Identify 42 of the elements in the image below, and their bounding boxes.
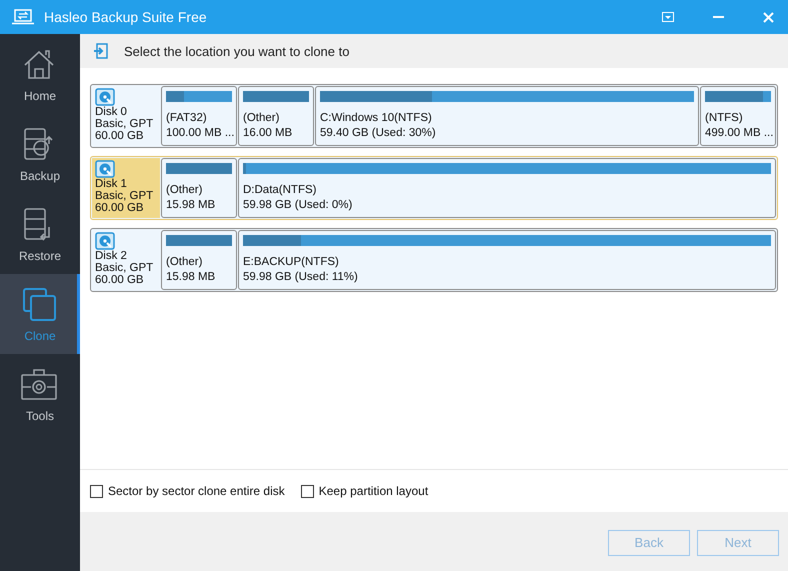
- sidebar-item[interactable]: Backup: [0, 114, 80, 194]
- partition-size: 499.00 MB ...: [705, 126, 774, 141]
- usage-bar: [166, 163, 232, 174]
- usage-bar: [166, 91, 232, 102]
- usage-bar: [705, 91, 771, 102]
- close-icon: [762, 12, 774, 22]
- partition-size: 16.00 MB: [243, 126, 292, 141]
- sidebar-item[interactable]: Restore: [0, 194, 80, 274]
- partition-name: (FAT32): [166, 111, 207, 126]
- disk-row[interactable]: Disk 1 Basic, GPT 60.00 GB (Other) 15.98 MB D:Data(NTFS) 59.98 GB (Used: 0%): [90, 156, 778, 220]
- checkbox-label: Sector by sector clone entire disk: [108, 484, 285, 498]
- partition-size: 100.00 MB ...: [166, 126, 234, 141]
- partition-name: D:Data(NTFS): [243, 183, 316, 198]
- partition-name: (Other): [243, 111, 280, 126]
- app-logo-icon: [12, 9, 34, 25]
- partition-name: (NTFS): [705, 111, 743, 126]
- minimize-icon: [712, 16, 724, 18]
- disk-info: Disk 0 Basic, GPT 60.00 GB: [95, 106, 154, 142]
- disk-info: Disk 1 Basic, GPT 60.00 GB: [95, 178, 154, 214]
- checkbox-label: Keep partition layout: [318, 484, 428, 498]
- sidebar-item[interactable]: Tools: [0, 354, 80, 434]
- usage-bar: [166, 235, 232, 246]
- partition-size: 59.40 GB (Used: 30%): [320, 126, 436, 141]
- partition-size: 15.98 MB: [166, 270, 216, 285]
- partition-size: 59.98 GB (Used: 11%): [243, 270, 358, 285]
- clone-target-icon: [94, 43, 108, 59]
- checkbox[interactable]: [300, 484, 314, 498]
- page-heading: Select the location you want to clone to: [124, 44, 350, 58]
- disk-info: Disk 2 Basic, GPT 60.00 GB: [95, 250, 154, 286]
- sidebar-item[interactable]: Home: [0, 34, 80, 114]
- partition-size: 59.98 GB (Used: 0%): [243, 198, 352, 213]
- disk-row[interactable]: Disk 2 Basic, GPT 60.00 GB (Other) 15.98 MB E:BACKUP(NTFS) 59.98 GB (Used: 11%): [90, 228, 778, 292]
- partition-name: (Other): [166, 183, 202, 198]
- usage-bar: [243, 91, 309, 102]
- partition-size: 15.98 MB: [166, 198, 216, 213]
- partition-name: (Other): [166, 255, 202, 270]
- partition-name: E:BACKUP(NTFS): [243, 255, 339, 270]
- window-title: Hasleo Backup Suite Free: [44, 9, 208, 25]
- partition-name: C:Windows 10(NTFS): [320, 111, 432, 126]
- disk-row[interactable]: Disk 0 Basic, GPT 60.00 GB (FAT32) 100.00 MB ... (Other) 16.00 MB C:Windows 10(NTFS) 59.40 GB (Used: 30%) (NTFS) 499.00 MB ...: [90, 84, 778, 148]
- dropdown-icon: [662, 12, 674, 22]
- checkbox[interactable]: [90, 484, 103, 498]
